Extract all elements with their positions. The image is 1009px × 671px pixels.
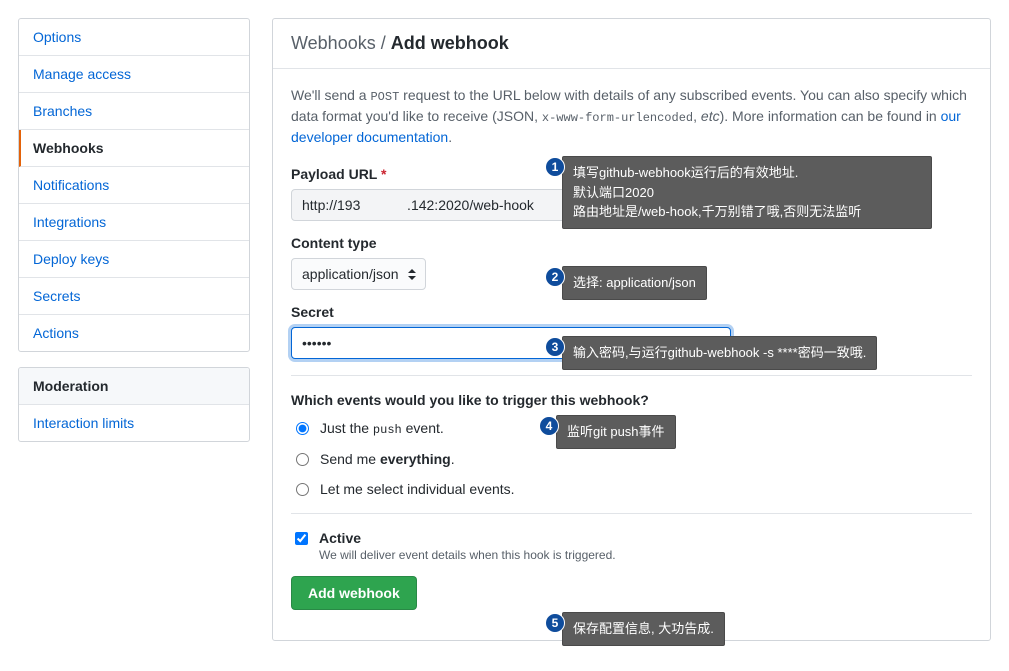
add-webhook-button[interactable]: Add webhook <box>291 576 417 610</box>
sidebar-item-secrets[interactable]: Secrets <box>19 278 249 315</box>
settings-sidebar: Options Manage access Branches Webhooks … <box>18 18 250 457</box>
annotation-badge-2: 2 <box>545 267 565 287</box>
sidebar-item-manage-access[interactable]: Manage access <box>19 56 249 93</box>
event-label-everything[interactable]: Send me everything. <box>320 451 455 467</box>
secret-label: Secret <box>291 304 972 320</box>
description-text: We'll send a POST request to the URL bel… <box>291 85 972 148</box>
sidebar-header-moderation: Moderation <box>19 368 249 405</box>
event-radio-push[interactable] <box>296 422 309 435</box>
event-radio-individual[interactable] <box>296 483 309 496</box>
payload-url-input[interactable] <box>291 189 731 221</box>
active-row: Active We will deliver event details whe… <box>291 530 972 562</box>
field-content-type: Content type application/json 2 选择: appl… <box>291 235 972 290</box>
event-label-push[interactable]: Just the push event. <box>320 420 444 437</box>
event-option-everything: Send me everything. <box>291 451 972 467</box>
sidebar-item-interaction-limits[interactable]: Interaction limits <box>19 405 249 441</box>
field-secret: Secret 3 输入密码,与运行github-webhook -s ****密… <box>291 304 972 359</box>
sidebar-item-integrations[interactable]: Integrations <box>19 204 249 241</box>
event-option-individual: Let me select individual events. <box>291 481 972 497</box>
breadcrumb: Webhooks / Add webhook <box>273 19 990 69</box>
sidebar-item-deploy-keys[interactable]: Deploy keys <box>19 241 249 278</box>
annotation-2: 2 选择: application/json <box>545 266 707 300</box>
secret-input[interactable] <box>291 327 731 359</box>
sidebar-item-branches[interactable]: Branches <box>19 93 249 130</box>
sidebar-item-actions[interactable]: Actions <box>19 315 249 351</box>
breadcrumb-root: Webhooks <box>291 33 376 53</box>
divider <box>291 375 972 376</box>
content-type-select[interactable]: application/json <box>291 258 426 290</box>
sidebar-nav-moderation: Moderation Interaction limits <box>18 367 250 442</box>
breadcrumb-current: Add webhook <box>391 33 509 53</box>
annotation-4: 4 监听git push事件 <box>539 415 676 449</box>
sidebar-item-webhooks[interactable]: Webhooks <box>19 130 249 167</box>
payload-url-label: Payload URL * <box>291 166 972 182</box>
active-hint: We will deliver event details when this … <box>319 548 616 562</box>
events-title: Which events would you like to trigger t… <box>291 392 972 408</box>
divider-2 <box>291 513 972 514</box>
annotation-5: 5 保存配置信息, 大功告成. <box>545 612 725 646</box>
content-type-label: Content type <box>291 235 972 251</box>
annotation-badge-4: 4 <box>539 416 559 436</box>
event-label-individual[interactable]: Let me select individual events. <box>320 481 515 497</box>
event-radio-everything[interactable] <box>296 453 309 466</box>
main-panel: Webhooks / Add webhook We'll send a POST… <box>272 18 991 641</box>
event-option-push: Just the push event. 4 监听git push事件 <box>291 420 972 437</box>
sidebar-item-options[interactable]: Options <box>19 19 249 56</box>
active-label[interactable]: Active <box>319 530 361 546</box>
sidebar-item-notifications[interactable]: Notifications <box>19 167 249 204</box>
field-payload-url: Payload URL * 1 填写github-webhook运行后的有效地址… <box>291 166 972 221</box>
annotation-badge-5: 5 <box>545 613 565 633</box>
sidebar-nav-main: Options Manage access Branches Webhooks … <box>18 18 250 352</box>
active-checkbox[interactable] <box>295 532 308 545</box>
